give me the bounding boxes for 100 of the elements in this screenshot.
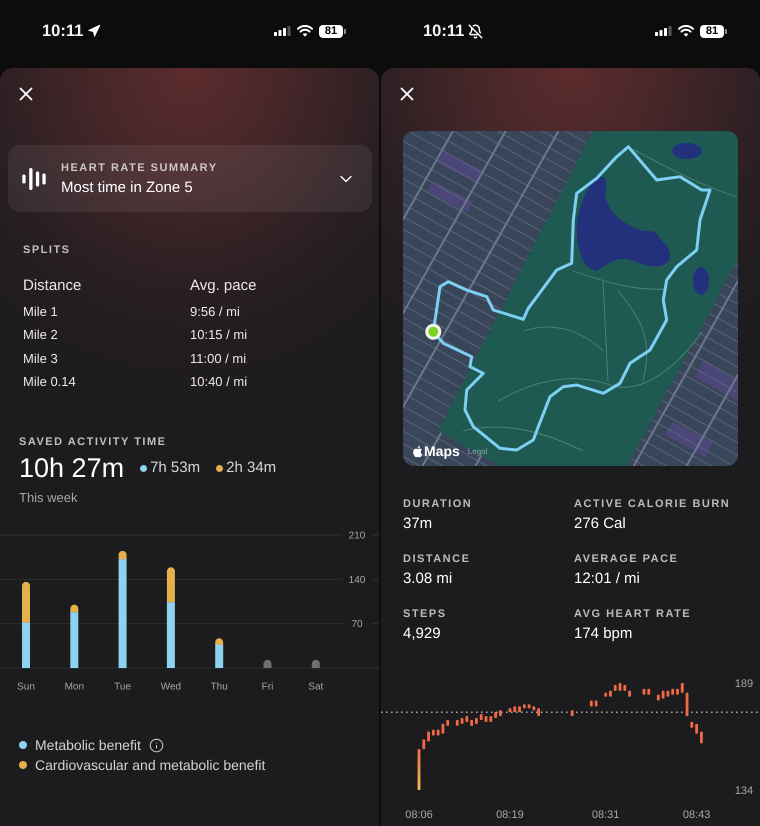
axis-day-label: Fri	[262, 682, 274, 692]
heart-rate-bar	[537, 708, 540, 717]
axis-tick-label: 134	[734, 785, 754, 797]
axis-day-label: Wed	[160, 682, 182, 692]
heart-rate-bar	[695, 723, 698, 734]
stat-label: AVERAGE PACE	[574, 552, 678, 566]
battery-indicator: 81	[700, 24, 727, 38]
heart-rate-bar	[465, 716, 468, 722]
stat-label: ACTIVE CALORIE BURN	[574, 497, 730, 511]
legend-label: Metabolic benefit	[35, 736, 141, 755]
heart-rate-bar	[513, 706, 516, 713]
wifi-icon	[678, 25, 694, 37]
maps-attribution: Maps	[424, 443, 460, 459]
heart-rate-summary-card[interactable]: HEART RATE SUMMARY Most time in Zone 5	[8, 145, 372, 212]
heart-rate-bar	[446, 719, 450, 726]
stat-value: 37m	[403, 514, 432, 534]
table-cell-text: 10:15 / mi	[190, 326, 248, 344]
table-cell-text: 9:56 / mi	[190, 302, 240, 320]
heart-rate-bar	[647, 688, 650, 696]
heart-rate-bar	[618, 682, 622, 692]
summary-title: HEART RATE SUMMARY	[61, 160, 218, 174]
status-time: 10:11	[423, 21, 464, 42]
heart-rate-bar	[570, 710, 574, 717]
pond	[693, 267, 709, 295]
heart-rate-bar	[427, 731, 430, 742]
axis-time-label: 08:06	[405, 809, 433, 821]
stat-label: DURATION	[403, 497, 472, 511]
axis-tick-label: 140	[348, 574, 366, 586]
heart-rate-bar	[532, 706, 536, 711]
heart-rate-bar	[590, 700, 593, 707]
axis-tick-label: 210	[348, 530, 366, 542]
no-data-bar	[264, 660, 272, 668]
table-cell-text: Mile 1	[23, 302, 58, 320]
heart-rate-bar	[432, 729, 435, 736]
heart-rate-bar	[700, 731, 703, 744]
axis-day-label: Sun	[17, 682, 35, 692]
stat-value: 174 bpm	[574, 624, 632, 644]
heart-rate-bar	[528, 704, 530, 709]
heart-rate-bar	[623, 684, 626, 692]
heart-rate-bar	[442, 723, 444, 734]
heart-rate-bar	[470, 719, 474, 726]
battery-indicator: 81	[319, 24, 346, 38]
axis-time-label: 08:43	[682, 809, 710, 821]
stat-label: STEPS	[403, 607, 447, 621]
axis-day-label: Mon	[64, 682, 84, 692]
heart-rate-bar	[460, 718, 464, 724]
total-time: 10h 27m	[19, 453, 124, 483]
table-cell-text: Mile 2	[23, 326, 58, 344]
axis-tick-label: 189	[734, 678, 754, 690]
axis-day-label: Tue	[114, 682, 132, 692]
heart-rate-bar	[489, 716, 492, 722]
heart-rate-bar	[422, 738, 426, 750]
heart-rate-bar	[475, 718, 478, 724]
stat-value: 4,929	[403, 624, 441, 644]
heart-rate-bar	[480, 714, 483, 720]
apple-icon	[412, 444, 423, 458]
summary-subtitle: Most time in Zone 5	[61, 178, 193, 196]
axis-time-label: 08:19	[496, 809, 524, 821]
stat-value: 12:01 / mi	[574, 569, 640, 589]
heart-rate-bar	[642, 688, 646, 696]
metabolic-bar	[70, 612, 78, 668]
section-title: SAVED ACTIVITY TIME	[19, 435, 166, 449]
table-cell-text: Mile 3	[23, 350, 58, 368]
axis-day-label: Sat	[308, 682, 324, 692]
breakdown-time: 7h 53m	[150, 459, 200, 477]
location-arrow-icon	[87, 24, 102, 38]
metabolic-bar	[22, 622, 30, 668]
axis-tick-label: 70	[351, 619, 363, 630]
cardio-bar	[70, 604, 78, 612]
heart-rate-bar	[671, 688, 674, 696]
heart-rate-bar	[604, 692, 608, 698]
breakdown-time: 2h 34m	[226, 459, 276, 477]
heart-rate-bar	[456, 719, 459, 726]
section-title: SPLITS	[23, 243, 71, 257]
stat-value: 3.08 mi	[403, 569, 452, 589]
heart-rate-bar	[494, 712, 497, 719]
metabolic-bar	[215, 644, 224, 668]
start-marker-icon	[425, 324, 442, 340]
heart-rate-bar	[676, 688, 679, 696]
cardio-bar	[215, 638, 224, 645]
legend-label: Cardiovascular and metabolic benefit	[35, 756, 266, 775]
stat-value: 276 Cal	[574, 514, 626, 534]
heart-rate-bar	[498, 710, 502, 717]
info-icon[interactable]	[148, 738, 164, 752]
heart-rate-bar	[662, 690, 664, 700]
heart-rate-bar	[594, 700, 598, 707]
heart-rate-wave-icon	[22, 168, 46, 190]
heart-rate-bar	[436, 729, 440, 736]
status-time: 10:11	[42, 21, 84, 42]
heart-rate-bar	[522, 704, 526, 709]
heart-rate-bar	[484, 716, 488, 722]
heart-rate-bar	[656, 694, 660, 701]
heart-rate-bar	[508, 708, 512, 713]
table-cell-text: 10:40 / mi	[190, 373, 248, 391]
metabolic-bar	[166, 602, 175, 668]
heart-rate-bar	[628, 690, 631, 698]
heart-rate-bar	[680, 682, 684, 694]
axis-day-label: Thu	[210, 682, 228, 692]
table-cell-text: 11:00 / mi	[190, 350, 246, 368]
heart-rate-bar	[609, 690, 612, 698]
